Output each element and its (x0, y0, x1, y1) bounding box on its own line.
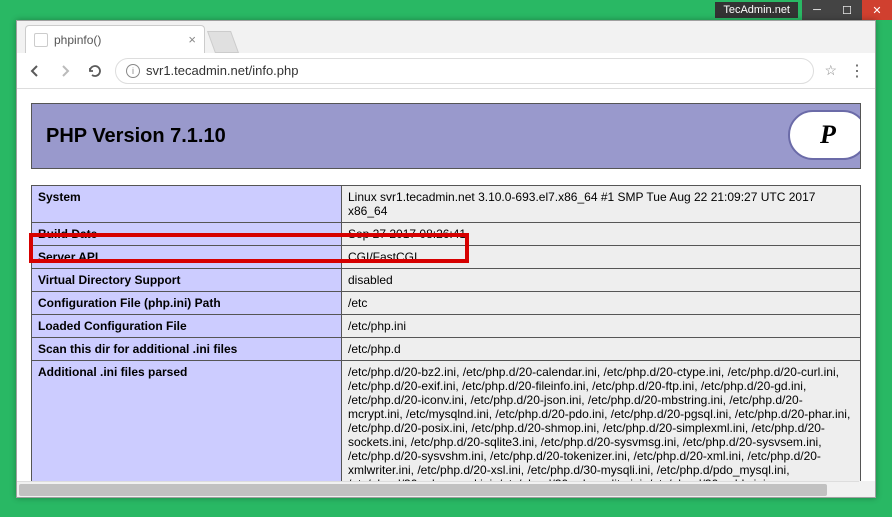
row-value: /etc (342, 292, 861, 315)
back-button[interactable] (25, 61, 45, 81)
bookmark-star-icon[interactable]: ☆ (824, 62, 837, 79)
minimize-button[interactable]: ─ (802, 0, 832, 20)
row-key: Server API (32, 246, 342, 269)
php-version-title: PHP Version 7.1.10 (46, 125, 226, 148)
table-row: Server APICGI/FastCGI (32, 246, 861, 269)
row-value: /etc/php.d (342, 338, 861, 361)
tab-favicon-icon (34, 33, 48, 47)
tab-title: phpinfo() (54, 33, 101, 47)
tab-strip: phpinfo() × (17, 21, 875, 53)
arrow-left-icon (27, 63, 43, 79)
browser-menu-button[interactable]: ⋮ (847, 61, 867, 81)
horizontal-scrollbar[interactable] (17, 481, 859, 497)
browser-window: phpinfo() × i svr1.tecadmin.net/info.php… (16, 20, 876, 498)
table-row: Loaded Configuration File/etc/php.ini (32, 315, 861, 338)
reload-icon (87, 63, 103, 79)
row-key: Scan this dir for additional .ini files (32, 338, 342, 361)
row-value: disabled (342, 269, 861, 292)
browser-tab[interactable]: phpinfo() × (25, 25, 205, 53)
php-logo-icon: P (788, 110, 861, 160)
scrollbar-corner (859, 481, 875, 497)
new-tab-button[interactable] (207, 31, 239, 53)
row-value: CGI/FastCGI (342, 246, 861, 269)
table-row: Virtual Directory Supportdisabled (32, 269, 861, 292)
row-key: Additional .ini files parsed (32, 361, 342, 498)
row-value: Linux svr1.tecadmin.net 3.10.0-693.el7.x… (342, 186, 861, 223)
address-bar[interactable]: i svr1.tecadmin.net/info.php (115, 58, 814, 84)
scrollbar-thumb[interactable] (19, 484, 827, 496)
row-key: Virtual Directory Support (32, 269, 342, 292)
maximize-button[interactable]: ☐ (832, 0, 862, 20)
browser-toolbar: i svr1.tecadmin.net/info.php ☆ ⋮ (17, 53, 875, 89)
table-row: Configuration File (php.ini) Path/etc (32, 292, 861, 315)
row-value: Sep 27 2017 08:26:41 (342, 223, 861, 246)
row-key: System (32, 186, 342, 223)
table-row: Scan this dir for additional .ini files/… (32, 338, 861, 361)
row-key: Configuration File (php.ini) Path (32, 292, 342, 315)
php-logo-text: P (820, 120, 836, 150)
close-button[interactable]: ✕ (862, 0, 892, 20)
arrow-right-icon (57, 63, 73, 79)
row-value: /etc/php.ini (342, 315, 861, 338)
phpinfo-header: PHP Version 7.1.10 P (31, 103, 861, 169)
tab-close-icon[interactable]: × (188, 32, 196, 47)
titlebar-badge: TecAdmin.net (715, 2, 798, 18)
table-row: Additional .ini files parsed/etc/php.d/2… (32, 361, 861, 498)
row-key: Build Date (32, 223, 342, 246)
reload-button[interactable] (85, 61, 105, 81)
row-key: Loaded Configuration File (32, 315, 342, 338)
phpinfo-table: SystemLinux svr1.tecadmin.net 3.10.0-693… (31, 185, 861, 497)
table-row: Build DateSep 27 2017 08:26:41 (32, 223, 861, 246)
page-content: PHP Version 7.1.10 P SystemLinux svr1.te… (17, 89, 875, 497)
site-info-icon[interactable]: i (126, 64, 140, 78)
phpinfo-page: PHP Version 7.1.10 P SystemLinux svr1.te… (17, 89, 875, 497)
row-value: /etc/php.d/20-bz2.ini, /etc/php.d/20-cal… (342, 361, 861, 498)
forward-button[interactable] (55, 61, 75, 81)
table-row: SystemLinux svr1.tecadmin.net 3.10.0-693… (32, 186, 861, 223)
url-text: svr1.tecadmin.net/info.php (146, 63, 298, 78)
titlebar: TecAdmin.net ─ ☐ ✕ (715, 0, 892, 20)
